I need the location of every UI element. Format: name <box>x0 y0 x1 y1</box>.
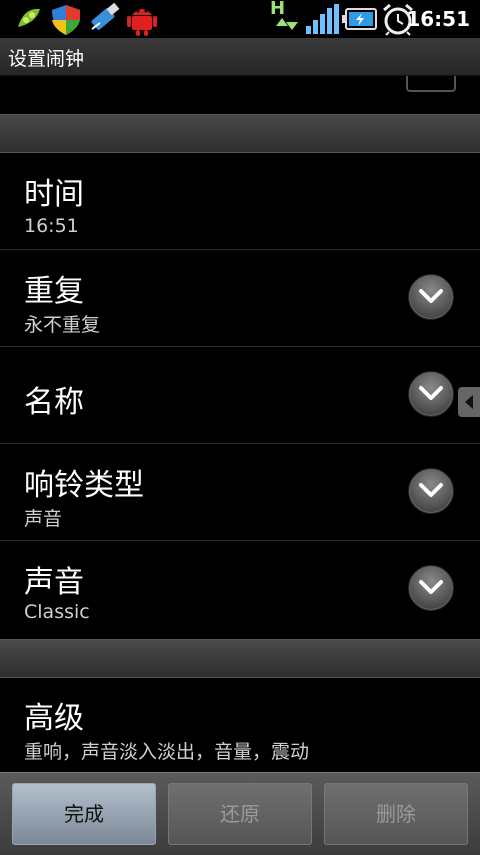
pref-summary: 声音 <box>24 508 63 530</box>
pref-title: 时间 <box>24 177 84 212</box>
pref-sound[interactable]: 声音 Classic <box>0 541 480 637</box>
chevron-down-icon <box>419 289 443 303</box>
section-divider <box>0 114 480 153</box>
partial-checkbox <box>406 76 456 92</box>
arrow-left-icon <box>465 395 473 409</box>
ring-type-expand-button[interactable] <box>408 468 454 514</box>
shield-icon <box>52 5 80 35</box>
pref-title: 声音 <box>24 565 84 600</box>
usb-icon <box>91 3 120 30</box>
network-activity-icon: H <box>270 0 302 38</box>
pref-name[interactable]: 名称 <box>0 347 480 444</box>
title-bar: 设置闹钟 <box>0 38 480 76</box>
pref-repeat[interactable]: 重复 永不重复 <box>0 250 480 347</box>
sound-expand-button[interactable] <box>408 565 454 611</box>
pref-ring-type[interactable]: 响铃类型 声音 <box>0 444 480 541</box>
chevron-down-icon <box>419 580 443 594</box>
signal-icon <box>306 4 339 34</box>
pref-title: 响铃类型 <box>24 468 144 503</box>
partially-visible-row <box>0 76 480 114</box>
status-time: 16:51 <box>406 7 470 31</box>
side-drawer-handle[interactable] <box>458 387 480 417</box>
android-debug-icon <box>127 9 157 36</box>
section-divider <box>0 639 480 678</box>
pref-summary: Classic <box>24 601 90 623</box>
chevron-down-icon <box>419 386 443 400</box>
revert-button[interactable]: 还原 <box>168 783 312 845</box>
pref-summary: 永不重复 <box>24 314 101 336</box>
preferences-list[interactable]: 时间 16:51 重复 永不重复 名称 响铃类型 声音 声音 Classic 高… <box>0 76 480 772</box>
delete-button[interactable]: 删除 <box>324 783 468 845</box>
battery-charging-icon <box>342 8 377 30</box>
pref-summary: 16:51 <box>24 215 79 237</box>
pref-summary: 重响，声音淡入淡出，音量，震动 <box>24 741 310 763</box>
done-button[interactable]: 完成 <box>12 783 156 845</box>
peapod-icon <box>18 8 40 27</box>
name-expand-button[interactable] <box>408 371 454 417</box>
pref-title: 重复 <box>24 274 84 309</box>
button-bar: 完成 还原 删除 <box>0 772 480 855</box>
pref-title: 名称 <box>24 385 84 420</box>
pref-advanced[interactable]: 高级 重响，声音淡入淡出，音量，震动 <box>0 677 480 772</box>
repeat-expand-button[interactable] <box>408 274 454 320</box>
page-title: 设置闹钟 <box>8 48 85 70</box>
pref-title: 高级 <box>24 701 84 736</box>
pref-time[interactable]: 时间 16:51 <box>0 153 480 250</box>
status-bar: H 16:51 <box>0 0 480 38</box>
chevron-down-icon <box>419 483 443 497</box>
